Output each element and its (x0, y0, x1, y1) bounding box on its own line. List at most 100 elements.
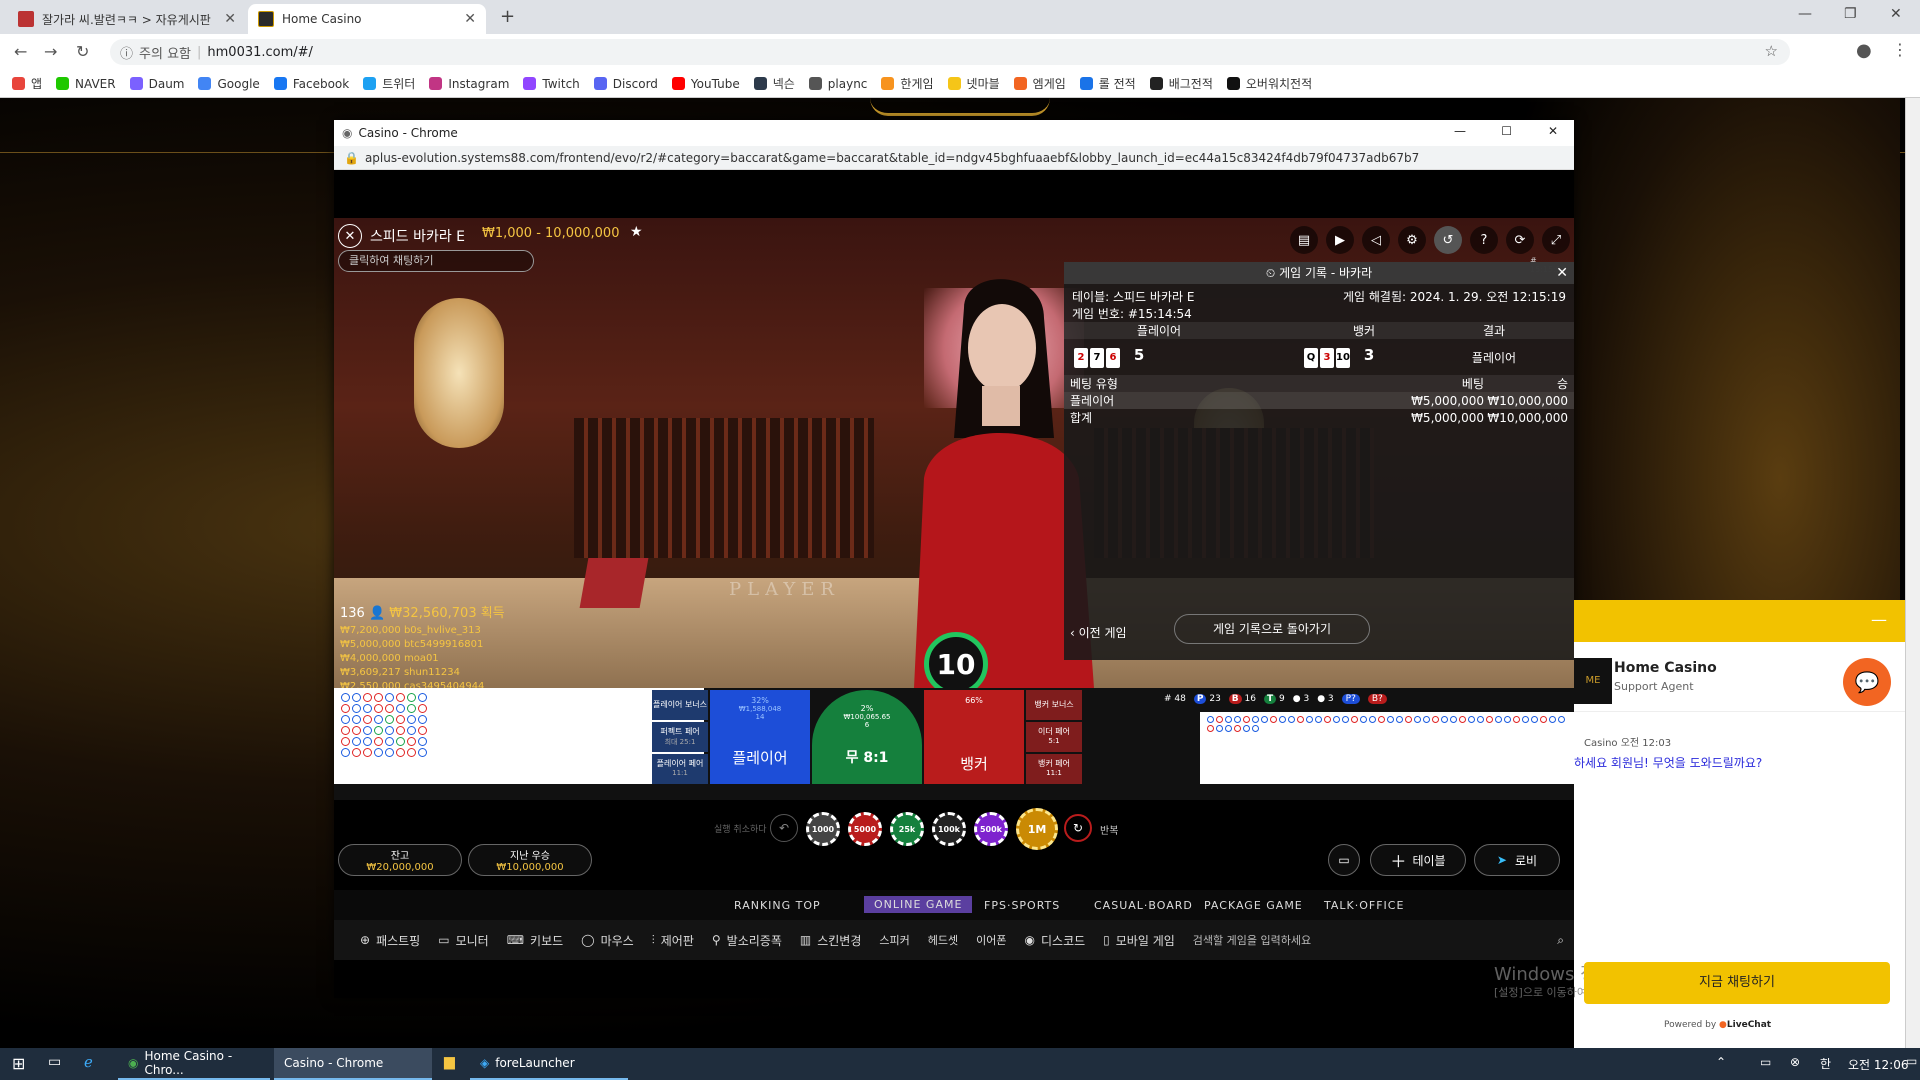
audio-option[interactable]: 스피커 (879, 932, 909, 948)
reload-icon[interactable]: ↻ (76, 42, 89, 61)
help-icon[interactable]: ? (1470, 226, 1498, 254)
either-pair-spot[interactable]: 이더 페어 5:1 (1026, 722, 1082, 752)
tray-arrow-icon[interactable]: ⌃ (1716, 1055, 1726, 1069)
prev-game-button[interactable]: ‹ 이전 게임 (1070, 624, 1127, 641)
chat-bubble-icon[interactable]: 💬 (1843, 658, 1891, 706)
minimize-icon[interactable]: — (1798, 6, 1812, 22)
chip-1000[interactable]: 1000 (806, 812, 840, 846)
bookmark-item[interactable]: 엠게임 (1013, 75, 1066, 92)
mobile-game-button[interactable]: ▯ 모바일 게임 (1103, 932, 1175, 949)
site-nav-item[interactable]: TALK·OFFICE (1324, 899, 1404, 912)
close-tab-icon[interactable]: ✕ (464, 11, 476, 27)
player-bet-spot[interactable]: 32% ₩1,588,048 14 플레이어 (710, 690, 810, 784)
close-icon[interactable]: ✕ (1548, 124, 1558, 138)
history-icon[interactable]: ↺ (1434, 226, 1462, 254)
game-search-input[interactable]: 검색할 게임을 입력하세요 (1193, 932, 1311, 948)
site-nav-item[interactable]: RANKING TOP (734, 899, 821, 912)
bookmark-item[interactable]: 한게임 (881, 75, 934, 92)
taskbar-forelauncher[interactable]: ◈ foreLauncher (470, 1048, 628, 1080)
banker-pair-spot[interactable]: 뱅커 페어 11:1 (1026, 754, 1082, 784)
close-tab-icon[interactable]: ✕ (224, 11, 236, 27)
toolbar-item[interactable]: ⌨ 키보드 (507, 932, 563, 949)
history-close-icon[interactable]: ✕ (1556, 262, 1568, 284)
player-pair-spot[interactable]: 플레이어 페어 11:1 (652, 754, 708, 784)
search-icon[interactable]: ⌕ (1557, 933, 1564, 948)
chat-bubble-icon[interactable]: ▭ (1328, 844, 1360, 876)
discord-button[interactable]: ◉ 디스코드 (1025, 932, 1086, 949)
site-nav-item[interactable]: PACKAGE GAME (1204, 899, 1303, 912)
forward-icon[interactable]: → (44, 42, 57, 61)
minimize-icon[interactable]: — (1454, 124, 1466, 138)
banker-bet-spot[interactable]: 66% 뱅커 (924, 690, 1024, 784)
mute-icon[interactable]: ◁ (1362, 226, 1390, 254)
chat-icon[interactable]: ▤ (1290, 226, 1318, 254)
chat-input[interactable]: 클릭하여 채팅하기 (338, 250, 534, 272)
notification-icon[interactable]: ▭ (1906, 1054, 1917, 1068)
tie-bet-spot[interactable]: 2% ₩100,065.65 6 무 8:1 (812, 690, 922, 784)
bookmark-item[interactable]: Discord (593, 77, 658, 91)
bookmark-item[interactable]: NAVER (56, 77, 116, 91)
bookmark-item[interactable]: 넥슨 (753, 75, 795, 92)
new-tab-button[interactable]: + (500, 6, 515, 27)
bookmark-item[interactable]: 트위터 (363, 75, 415, 92)
taskbar-casino-chrome[interactable]: Casino - Chrome (274, 1048, 432, 1080)
restore-icon[interactable]: ❐ (1844, 6, 1857, 22)
bookmark-item[interactable]: Facebook (273, 77, 349, 91)
network-icon[interactable]: ▭ (1760, 1055, 1771, 1069)
windows-start-icon[interactable]: ⊞ (12, 1054, 25, 1073)
refresh-icon[interactable]: ⟳ (1506, 226, 1534, 254)
bookmark-item[interactable]: 롤 전적 (1079, 75, 1136, 92)
volume-icon[interactable]: ⊗ (1790, 1055, 1800, 1069)
tab-home-casino[interactable]: Home Casino ✕ (248, 4, 486, 34)
banker-ask-button[interactable]: B? (1367, 694, 1387, 704)
url-box[interactable]: ⓘ 주의 요함 | hm0031.com/#/ ☆ (110, 39, 1790, 65)
fullscreen-icon[interactable]: ⤢ (1542, 226, 1570, 254)
toolbar-item[interactable]: ▥ 스킨변경 (800, 932, 862, 949)
bookmark-item[interactable]: 오버워치전적 (1226, 75, 1312, 92)
toolbar-item[interactable]: ▭ 모니터 (438, 932, 488, 949)
repeat-icon[interactable]: ↻ (1064, 814, 1092, 842)
banker-bonus-spot[interactable]: 뱅커 보너스 (1026, 690, 1082, 720)
bookmark-item[interactable]: plaync (808, 77, 867, 91)
casino-window-url[interactable]: 🔒 aplus-evolution.systems88.com/frontend… (334, 146, 1574, 170)
chip-5000[interactable]: 5000 (848, 812, 882, 846)
site-nav-item[interactable]: ONLINE GAME (864, 896, 973, 913)
bookmark-item[interactable]: Instagram (429, 77, 509, 91)
bookmark-item[interactable]: 넷마블 (947, 75, 1000, 92)
menu-icon[interactable]: ⋮ (1892, 40, 1908, 59)
lobby-button[interactable]: ➤ 로비 (1474, 844, 1560, 876)
folder-icon[interactable]: ▆ (444, 1054, 455, 1070)
audio-option[interactable]: 헤드셋 (928, 932, 958, 948)
start-chat-button[interactable]: 지금 채팅하기 (1584, 962, 1890, 1004)
bookmark-item[interactable]: 배그전적 (1149, 75, 1213, 92)
toolbar-item[interactable]: ◯ 마우스 (581, 932, 634, 949)
toolbar-item[interactable]: ⚲ 발소리증폭 (712, 932, 782, 949)
bookmark-item[interactable]: Google (198, 77, 260, 91)
table-button[interactable]: ＋ 테이블 (1370, 844, 1466, 876)
chip-25k[interactable]: 25k (890, 812, 924, 846)
task-view-icon[interactable]: ▭ (48, 1054, 61, 1070)
toolbar-item[interactable]: ⫶ 제어판 (652, 932, 694, 949)
site-nav-item[interactable]: CASUAL·BOARD (1094, 899, 1193, 912)
back-to-history-button[interactable]: 게임 기록으로 돌아가기 (1174, 614, 1370, 644)
bookmark-item[interactable]: Daum (129, 77, 184, 91)
audio-option[interactable]: 이어폰 (976, 932, 1006, 948)
profile-icon[interactable]: ● (1856, 40, 1872, 61)
page-scrollbar[interactable] (1905, 98, 1920, 1048)
ime-icon[interactable]: 한 (1820, 1055, 1831, 1072)
chip-1m[interactable]: 1M (1016, 808, 1058, 850)
settings-gear-icon[interactable]: ⚙ (1398, 226, 1426, 254)
bookmark-item[interactable]: Twitch (523, 77, 580, 91)
star-icon[interactable]: ☆ (1765, 42, 1778, 60)
perfect-pair-spot[interactable]: 퍼펙트 페어 최대 25:1 (652, 722, 708, 752)
favorite-star-icon[interactable]: ★ (630, 224, 643, 240)
tab-free-board[interactable]: 잘가라 씨.발련ㅋㅋ > 자유게시판 ✕ (8, 4, 246, 34)
ie-icon[interactable]: ℯ (84, 1053, 93, 1071)
taskbar-home-casino[interactable]: ◉ Home Casino - Chro... (118, 1048, 270, 1080)
back-icon[interactable]: ← (14, 42, 27, 61)
undo-icon[interactable]: ↶ (770, 814, 798, 842)
maximize-icon[interactable]: ☐ (1501, 124, 1512, 138)
site-nav-item[interactable]: FPS·SPORTS (984, 899, 1060, 912)
video-icon[interactable]: ▶ (1326, 226, 1354, 254)
toolbar-item[interactable]: ⊕ 패스트핑 (360, 932, 420, 949)
